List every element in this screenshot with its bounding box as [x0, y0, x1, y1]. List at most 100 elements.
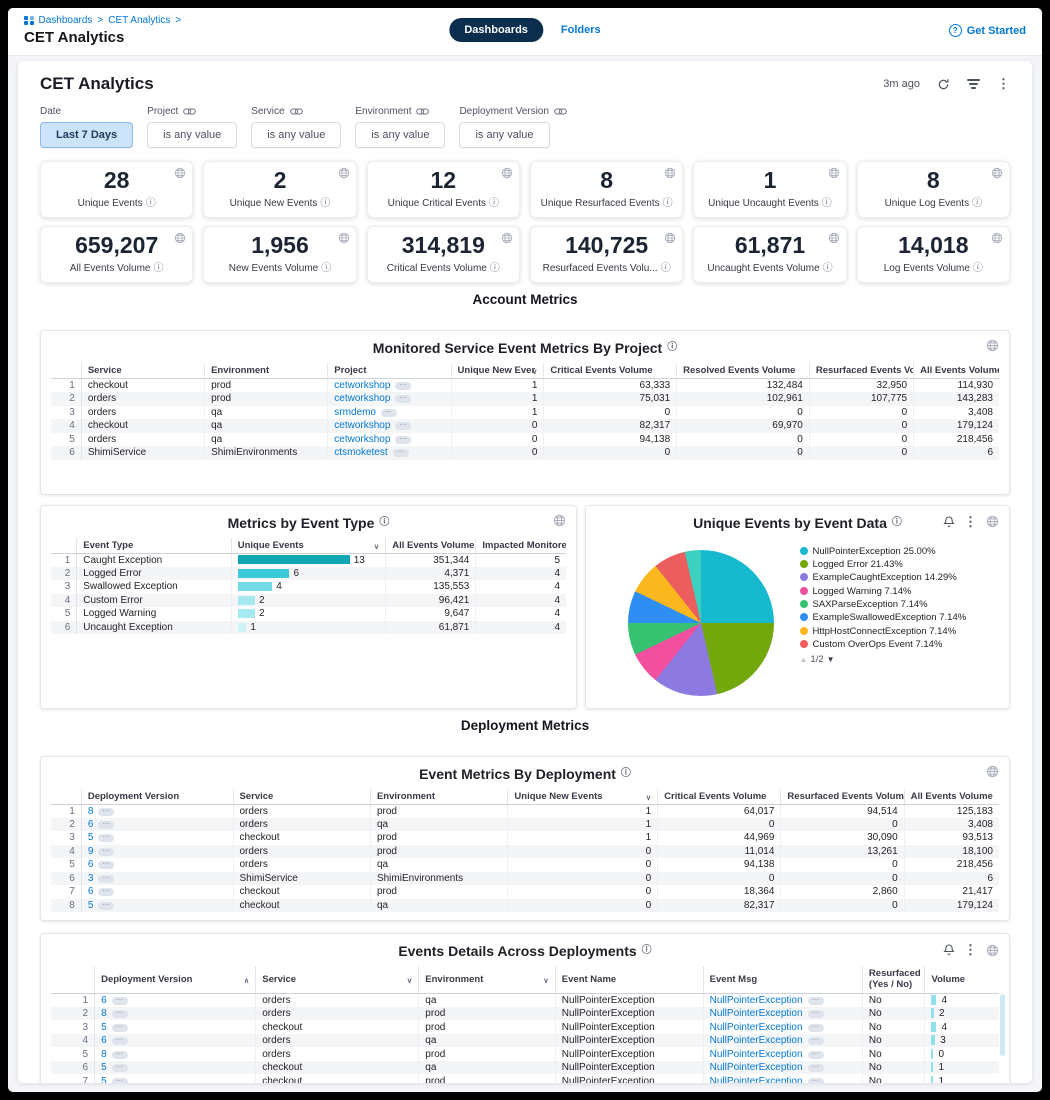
more-icon[interactable]: ⋯ [381, 409, 397, 417]
bar[interactable] [238, 555, 350, 564]
get-started-link[interactable]: ? Get Started [949, 24, 1026, 37]
deployment-version-link[interactable]: 5 [101, 1022, 107, 1033]
more-icon[interactable]: ⋯ [808, 1051, 824, 1059]
col-environment[interactable]: Environment [205, 363, 328, 379]
deployment-version-link[interactable]: 9 [88, 846, 94, 857]
more-icon[interactable]: ⋯ [112, 1078, 128, 1083]
col-critical-events-volume[interactable]: Critical Events Volume [544, 363, 677, 379]
project-link[interactable]: cetworkshop [334, 420, 390, 431]
filter-icon[interactable] [967, 79, 980, 89]
info-icon[interactable]: ⓘ [321, 264, 331, 274]
more-icon[interactable]: ⋯ [98, 902, 114, 910]
bar[interactable] [238, 596, 255, 605]
col-all-events-volume[interactable]: All Events Volume [904, 789, 999, 805]
bar[interactable] [238, 623, 247, 632]
globe-icon[interactable] [664, 232, 676, 244]
col-all-events-volume[interactable]: All Events Volume [386, 538, 476, 554]
col-all-events-volume[interactable]: All Events Volume [914, 363, 999, 379]
col-service[interactable]: Service [81, 363, 204, 379]
col-impacted-monitored-services[interactable]: Impacted Monitored Services [476, 538, 566, 554]
bar[interactable] [238, 609, 255, 618]
more-icon[interactable]: ⋯ [112, 1010, 128, 1018]
globe-icon[interactable] [828, 232, 840, 244]
event-msg-link[interactable]: NullPointerException [710, 1062, 803, 1073]
more-icon[interactable]: ⋯ [808, 1024, 824, 1032]
info-icon[interactable]: ⓘ [663, 199, 673, 209]
more-icon[interactable]: ⋯ [112, 1051, 128, 1059]
more-icon[interactable]: ⋯ [98, 848, 114, 856]
globe-icon[interactable] [828, 167, 840, 179]
deployment-version-link[interactable]: 6 [101, 1035, 107, 1046]
col-unique-events[interactable]: ∨Unique Events [231, 538, 386, 554]
tab-dashboards[interactable]: Dashboards [449, 18, 543, 42]
bar[interactable] [238, 582, 272, 591]
more-icon[interactable]: ⋯ [98, 888, 114, 896]
event-msg-link[interactable]: NullPointerException [710, 1076, 803, 1083]
globe-icon[interactable] [553, 514, 566, 527]
legend-item[interactable]: ExampleCaughtException 14.29% [800, 572, 968, 584]
col-deployment-version[interactable]: Deployment Version [81, 789, 233, 805]
col-event-msg[interactable]: Event Msg [703, 966, 862, 993]
info-icon[interactable]: ⓘ [972, 199, 982, 209]
col-resurfaced[interactable]: Resurfaced(Yes / No) [862, 966, 925, 993]
more-icon[interactable]: ⋯ [808, 1010, 824, 1018]
globe-icon[interactable] [338, 167, 350, 179]
more-icon[interactable]: ⋯ [98, 861, 114, 869]
globe-icon[interactable] [986, 765, 999, 778]
col-volume[interactable]: Volume [925, 966, 999, 993]
globe-icon[interactable] [501, 167, 513, 179]
col-critical-events-volume[interactable]: Critical Events Volume [658, 789, 781, 805]
project-link[interactable]: ctsmoketest [334, 447, 387, 458]
bell-icon[interactable] [943, 944, 955, 956]
info-icon[interactable]: ⓘ [661, 264, 671, 274]
info-icon[interactable]: ⓘ [153, 264, 163, 274]
legend-item[interactable]: HttpHostConnectException 7.14% [800, 626, 968, 638]
bar[interactable] [238, 569, 290, 578]
project-link[interactable]: cetworkshop [334, 393, 390, 404]
col-environment[interactable]: ∨Environment [419, 966, 556, 993]
info-icon[interactable]: ⓘ [892, 518, 902, 528]
service-filter-button[interactable]: is any value [251, 122, 341, 148]
col-environment[interactable]: Environment [370, 789, 507, 805]
info-icon[interactable]: ⓘ [642, 946, 652, 956]
legend-item[interactable]: Logged Error 21.43% [800, 559, 968, 571]
more-icon[interactable]: ⋯ [808, 1078, 824, 1083]
event-msg-link[interactable]: NullPointerException [710, 995, 803, 1006]
environment-filter-button[interactable]: is any value [355, 122, 445, 148]
deployment-version-filter-button[interactable]: is any value [459, 122, 549, 148]
col-resurfaced-events-volume[interactable]: Resurfaced Events Volume [809, 363, 913, 379]
more-icon[interactable]: ⋯ [808, 1037, 824, 1045]
col-event-name[interactable]: Event Name [555, 966, 703, 993]
col-resurfaced-events-volume[interactable]: Resurfaced Events Volume [781, 789, 904, 805]
globe-icon[interactable] [664, 167, 676, 179]
more-icon[interactable]: ⋯ [395, 436, 411, 444]
deployment-version-link[interactable]: 6 [88, 859, 94, 870]
col-unique-new-events[interactable]: ∨Unique New Ever [451, 363, 544, 379]
more-icon[interactable]: ⋯ [98, 834, 114, 842]
more-icon[interactable]: ⋯ [98, 875, 114, 883]
col-service[interactable]: ∨Service [256, 966, 419, 993]
deployment-version-link[interactable]: 5 [101, 1076, 107, 1083]
legend-item[interactable]: NullPointerException 25.00% [800, 546, 968, 558]
legend-item[interactable]: Logged Warning 7.14% [800, 586, 968, 598]
globe-icon[interactable] [986, 339, 999, 352]
more-icon[interactable]: ⋯ [395, 422, 411, 430]
event-msg-link[interactable]: NullPointerException [710, 1049, 803, 1060]
col-deployment-version[interactable]: ∧Deployment Version [95, 966, 256, 993]
deployment-version-link[interactable]: 5 [101, 1062, 107, 1073]
info-icon[interactable]: ⓘ [621, 769, 631, 779]
col-project[interactable]: Project [328, 363, 451, 379]
deployment-version-link[interactable]: 6 [88, 819, 94, 830]
deployment-version-link[interactable]: 6 [88, 886, 94, 897]
globe-icon[interactable] [986, 515, 999, 528]
globe-icon[interactable] [991, 167, 1003, 179]
deployment-version-link[interactable]: 8 [88, 806, 94, 817]
kebab-menu-icon[interactable]: ⋮ [997, 76, 1010, 92]
more-icon[interactable]: ⋯ [98, 821, 114, 829]
kebab-menu-icon[interactable]: ⋮ [964, 514, 977, 530]
info-icon[interactable]: ⓘ [667, 343, 677, 353]
breadcrumb-current[interactable]: CET Analytics [108, 15, 170, 26]
page-up-icon[interactable]: ▲ [800, 655, 808, 664]
legend-item[interactable]: Custom OverOps Event 7.14% [800, 639, 968, 651]
globe-icon[interactable] [991, 232, 1003, 244]
